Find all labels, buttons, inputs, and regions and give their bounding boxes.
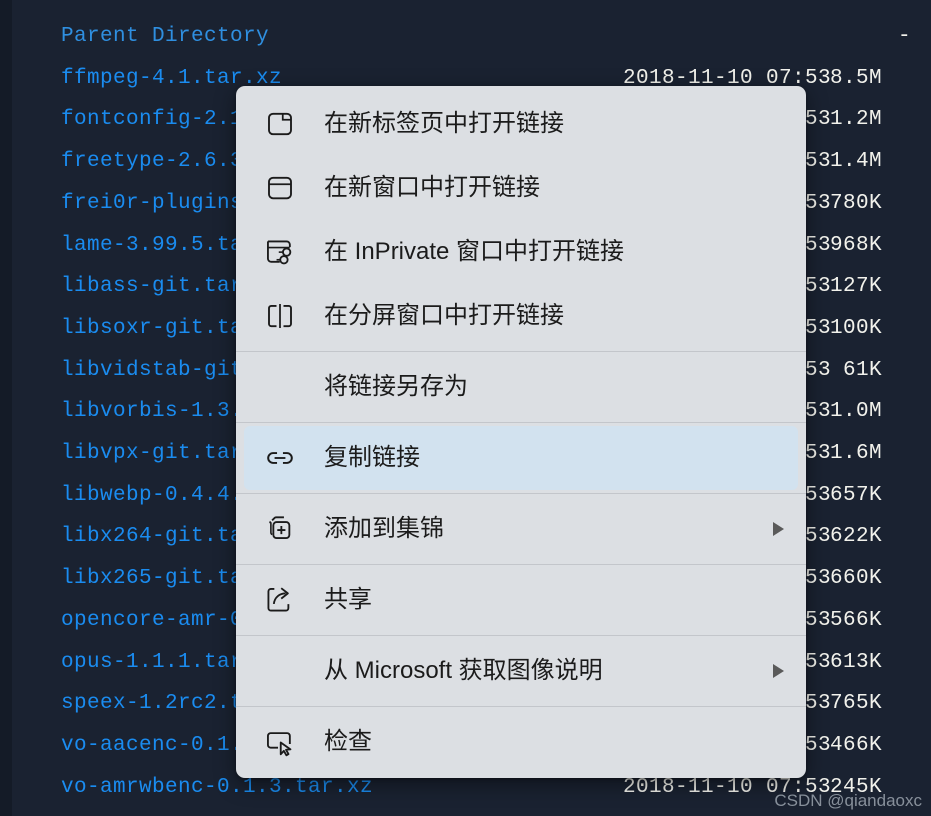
file-size: 660K (829, 567, 882, 591)
menu-item-label: 共享 (324, 586, 372, 613)
file-size: 127K (829, 275, 882, 299)
menu-item-label: 在新窗口中打开链接 (324, 174, 540, 201)
file-size: 657K (829, 483, 882, 507)
menu-item-none[interactable]: 将链接另存为 (244, 355, 798, 419)
screen-root: Parent Directory - ffmpeg-4.1.tar.xz 2018-1… (0, 0, 931, 816)
file-size: 968K (829, 233, 882, 257)
file-size: 466K (829, 733, 882, 757)
menu-separator (236, 706, 806, 707)
menu-item-label: 在分屏窗口中打开链接 (324, 302, 564, 329)
menu-item-label: 检查 (324, 728, 372, 755)
menu-item-label: 将链接另存为 (324, 373, 468, 400)
menu-item-new-tab[interactable]: 在新标签页中打开链接 (244, 92, 798, 156)
file-size: 1.2M (829, 108, 882, 132)
file-size: 622K (829, 525, 882, 549)
no-icon-spacer (254, 355, 306, 419)
menu-item-label: 在 InPrivate 窗口中打开链接 (324, 238, 625, 265)
menu-item-new-window[interactable]: 在新窗口中打开链接 (244, 156, 798, 220)
inprivate-icon (254, 220, 306, 284)
context-menu[interactable]: 在新标签页中打开链接 在新窗口中打开链接在 InPrivate 窗口中打开链接 在分… (236, 86, 806, 778)
menu-item-share[interactable]: 共享 (244, 568, 798, 632)
new-window-icon (254, 156, 306, 220)
file-size: 100K (829, 316, 882, 340)
file-size: 61K (842, 358, 882, 382)
menu-item-label: 在新标签页中打开链接 (324, 110, 564, 137)
menu-item-label: 复制链接 (324, 444, 420, 471)
file-size: - (898, 25, 912, 48)
file-size: 1.0M (829, 400, 882, 424)
no-icon-spacer (254, 639, 306, 703)
menu-item-link[interactable]: 复制链接 (244, 426, 798, 490)
watermark: CSDN @qiandaoxc (774, 791, 922, 810)
menu-separator (236, 564, 806, 565)
file-size: 1.4M (829, 150, 882, 174)
submenu-arrow-icon (758, 664, 798, 678)
menu-separator (236, 422, 806, 423)
file-size: 613K (829, 650, 882, 674)
menu-item-add-collection[interactable]: 添加到集锦 (244, 497, 798, 561)
menu-item-label: 添加到集锦 (324, 515, 444, 542)
file-size: 566K (829, 608, 882, 632)
split-screen-icon (254, 284, 306, 348)
file-size: 780K (829, 191, 882, 215)
menu-item-none[interactable]: 从 Microsoft 获取图像说明 (244, 639, 798, 703)
submenu-arrow-icon (758, 522, 798, 536)
menu-separator (236, 635, 806, 636)
menu-item-inprivate[interactable]: 在 InPrivate 窗口中打开链接 (244, 220, 798, 284)
menu-separator (236, 493, 806, 494)
listing-row: Parent Directory - (0, 16, 931, 58)
add-collection-icon (254, 497, 306, 561)
parent-directory-link[interactable]: Parent Directory (61, 16, 269, 58)
file-size: 1.6M (829, 442, 882, 465)
menu-separator (236, 351, 806, 352)
new-tab-icon (254, 92, 306, 156)
share-icon (254, 568, 306, 632)
file-size: 8.5M (829, 66, 882, 90)
menu-item-inspect[interactable]: 检查 (244, 710, 798, 774)
inspect-icon (254, 710, 306, 774)
link-icon (254, 426, 306, 490)
menu-item-split-screen[interactable]: 在分屏窗口中打开链接 (244, 284, 798, 348)
menu-item-label: 从 Microsoft 获取图像说明 (324, 657, 603, 684)
file-size: 765K (829, 692, 882, 716)
